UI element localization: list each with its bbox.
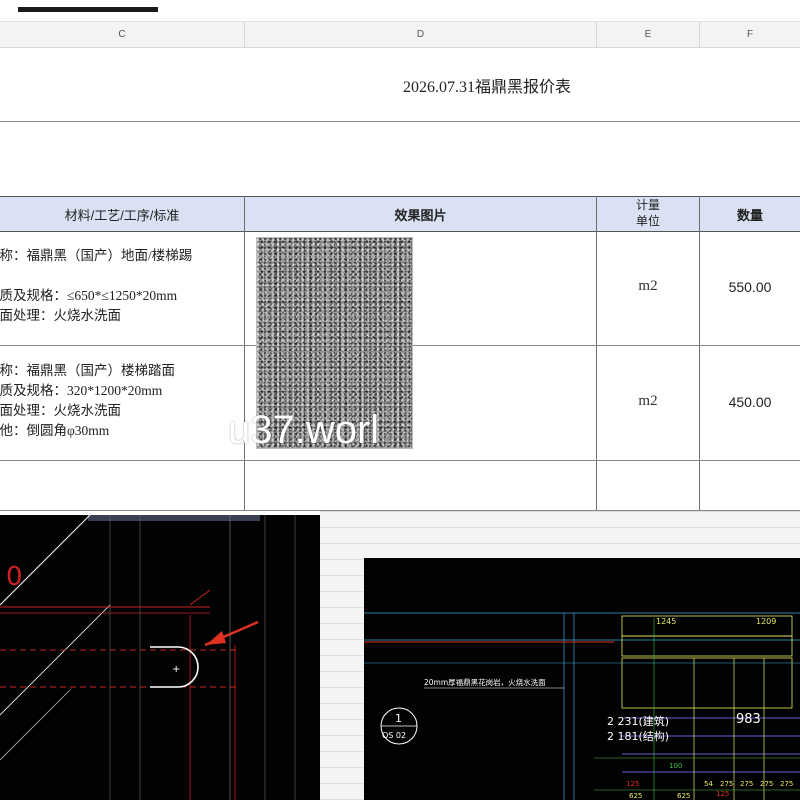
cad-circle-number: 1: [395, 712, 402, 725]
row-2-line-1: 名称：福鼎黑（国产）楼梯踏面: [0, 363, 175, 378]
row-2-quantity[interactable]: 450.00: [700, 394, 800, 410]
grid-line: [244, 196, 245, 511]
row-2-unit[interactable]: m2: [597, 393, 699, 410]
column-header-bar: C D E F: [0, 21, 800, 48]
svg-text:+: +: [172, 664, 180, 675]
column-header-f[interactable]: F: [700, 22, 800, 47]
header-unit-line1: 计量: [635, 198, 660, 212]
row-1-line-2: [0, 266, 192, 286]
cad-left-canvas: + 0: [0, 515, 296, 800]
sheet-title: 2026.07.31福鼎黑报价表: [403, 79, 572, 96]
header-unit[interactable]: 计量 单位: [597, 197, 699, 229]
cad-bottom-dim-2: 625: [677, 792, 690, 800]
column-header-e[interactable]: E: [597, 22, 700, 47]
cad-bottom-label-1: 125: [626, 780, 639, 788]
header-material[interactable]: 材料/工艺/工序/标准: [0, 205, 244, 224]
row-1-unit[interactable]: m2: [597, 278, 699, 295]
grid-line: [0, 460, 800, 461]
column-header-d[interactable]: D: [245, 22, 597, 47]
cad-drawing-right[interactable]: 1245 1209 20mm厚福鼎黑花岗岩，火烧水洗面 1 QS 02 2 23…: [364, 558, 800, 800]
cad-circle-sheet: QS 02: [382, 731, 406, 740]
cad-bottom-dim-4: 275: [720, 780, 733, 788]
cad-top-dim-2: 1209: [756, 617, 776, 626]
grid-line: [699, 196, 700, 511]
cad-dim-983: 983: [736, 712, 761, 727]
row-1-line-3: 材质及规格：≤650*≤1250*20mm: [0, 288, 178, 303]
cad-dim-struct: 2 181(结构): [607, 729, 669, 743]
row-2-line-4: 其他：倒圆角φ30mm: [0, 423, 110, 438]
cad-bottom-dim-1: 625: [629, 792, 642, 800]
cad-right-canvas: 1245 1209 20mm厚福鼎黑花岗岩，火烧水洗面 1 QS 02 2 23…: [364, 612, 800, 800]
column-header-c[interactable]: C: [0, 22, 245, 47]
row-1-quantity[interactable]: 550.00: [700, 279, 800, 295]
table-header-row: 材料/工艺/工序/标准 效果图片 计量 单位 数量: [0, 196, 800, 232]
header-quantity[interactable]: 数量: [700, 205, 800, 224]
cad-bottom-dim-5: 275: [740, 780, 753, 788]
row-1-line-1: 名称：福鼎黑（国产）地面/楼梯踢: [0, 248, 193, 263]
cad-bottom-label-2: 100: [669, 762, 682, 770]
header-unit-line2: 单位: [635, 214, 660, 228]
cad-bottom-label-3: 125: [716, 790, 729, 798]
table-row-1-description[interactable]: 名称：福鼎黑（国产）地面/楼梯踢 材质及规格：≤650*≤1250*20mm 表…: [0, 246, 192, 326]
title-divider: [0, 121, 800, 122]
cad-drawing-left[interactable]: + 0: [0, 515, 320, 800]
cad-bottom-dim-7: 275: [780, 780, 793, 788]
row-2-line-3: 表面处理：火烧水洗面: [0, 403, 121, 418]
grid-line: [596, 196, 597, 511]
cad-dim-arch: 2 231(建筑): [607, 714, 669, 728]
row-1-line-4: 表面处理：火烧水洗面: [0, 308, 121, 323]
watermark-text: u37.worl: [228, 408, 380, 452]
toolbar-fragment: [18, 7, 158, 12]
cad-bottom-dim-3: 54: [704, 780, 713, 788]
header-image[interactable]: 效果图片: [245, 205, 596, 224]
cad-top-dim-1: 1245: [656, 617, 676, 626]
table-row-2-description[interactable]: 名称：福鼎黑（国产）楼梯踏面 材质及规格：320*1200*20mm 表面处理：…: [0, 361, 175, 441]
cad-bottom-dim-6: 275: [760, 780, 773, 788]
row-2-line-2: 材质及规格：320*1200*20mm: [0, 383, 163, 398]
cad-left-label: 0: [6, 562, 23, 592]
cad-callout-label: 20mm厚福鼎黑花岗岩，火烧水洗面: [424, 677, 546, 687]
